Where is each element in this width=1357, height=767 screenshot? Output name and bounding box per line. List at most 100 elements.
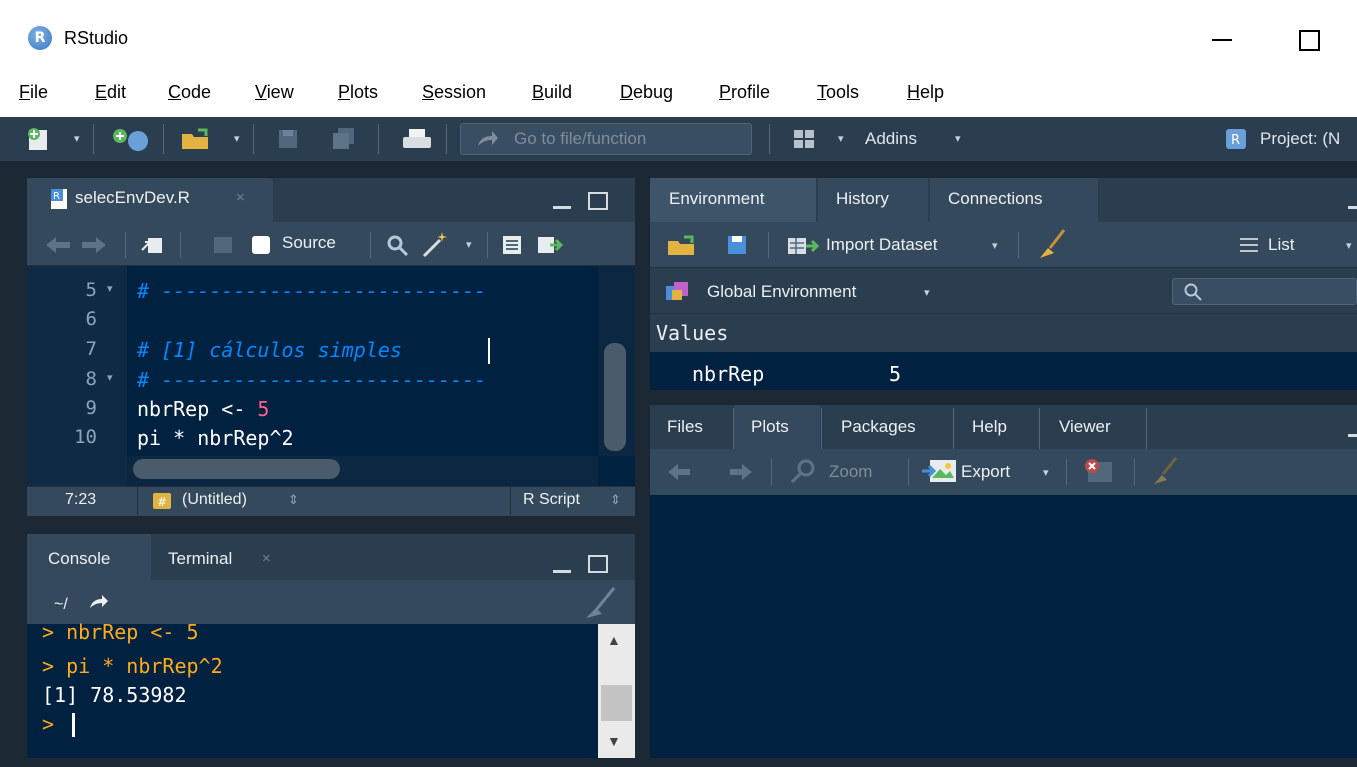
maximize-button[interactable] — [1283, 24, 1331, 54]
line-number: 9 — [85, 397, 97, 419]
console-line: > pi * nbrRep^2 — [42, 654, 223, 678]
remove-plot-icon[interactable] — [1082, 458, 1114, 484]
menu-code-key: C — [168, 82, 181, 102]
addins-dropdown-icon[interactable]: ▾ — [838, 132, 844, 145]
code-line-10: pi * nbrRep^2 — [137, 426, 294, 450]
values-section-label: Values — [656, 321, 729, 345]
menu-session-key: S — [422, 82, 435, 102]
compile-report-icon[interactable] — [500, 234, 524, 256]
editor-vertical-scroll-thumb[interactable] — [604, 343, 626, 451]
open-file-dropdown-icon[interactable]: ▾ — [234, 132, 240, 145]
environment-scope-selector[interactable]: Global Environment — [707, 282, 856, 302]
menu-tools-label: ools — [826, 82, 860, 102]
toolbar-separator — [1018, 232, 1019, 258]
go-to-directory-icon[interactable] — [88, 592, 110, 610]
zoom-button[interactable]: Zoom — [829, 462, 872, 482]
title-bar — [0, 0, 1357, 72]
menu-debug[interactable]: Debug — [620, 82, 673, 103]
editor-save-icon[interactable] — [212, 235, 234, 255]
new-file-dropdown-icon[interactable]: ▾ — [74, 132, 80, 145]
menu-help-key: H — [907, 82, 920, 102]
find-replace-icon[interactable] — [386, 234, 410, 256]
environment-scope-dropdown-icon[interactable]: ▾ — [924, 286, 930, 299]
addins-menu[interactable]: Addins — [865, 129, 917, 149]
tab-environment-label: Environment — [669, 189, 765, 208]
toolbar-separator — [93, 124, 94, 154]
zoom-icon[interactable] — [788, 458, 820, 484]
code-tools-dropdown-icon[interactable]: ▾ — [466, 238, 472, 251]
toolbar-separator — [768, 232, 769, 258]
export-dropdown-icon[interactable]: ▾ — [1043, 466, 1049, 479]
save-workspace-icon[interactable] — [726, 234, 748, 256]
import-dropdown-icon[interactable]: ▾ — [992, 239, 998, 252]
minimize-button[interactable] — [1198, 24, 1246, 54]
menu-edit[interactable]: Edit — [95, 82, 126, 103]
scope-navigator[interactable]: (Untitled) — [182, 491, 247, 509]
tab-connections-label: Connections — [948, 189, 1043, 208]
save-all-icon[interactable] — [330, 126, 358, 152]
status-separator — [137, 487, 138, 515]
new-file-icon[interactable] — [26, 126, 52, 152]
menu-plots[interactable]: Plots — [338, 82, 378, 103]
fold-arrow-icon[interactable]: ▾ — [107, 282, 113, 295]
editor-minimize-icon[interactable] — [553, 206, 571, 209]
menu-help[interactable]: Help — [907, 82, 944, 103]
files-minimize-icon[interactable] — [1348, 434, 1357, 437]
open-file-icon[interactable] — [180, 126, 214, 152]
terminal-tab[interactable]: Terminal — [168, 549, 232, 569]
tab-files[interactable]: Files — [667, 417, 703, 437]
editor-horizontal-scroll-thumb[interactable] — [133, 459, 340, 479]
menu-view[interactable]: View — [255, 82, 294, 103]
console-minimize-icon[interactable] — [553, 570, 571, 573]
console-scroll-thumb[interactable] — [601, 685, 632, 721]
load-workspace-icon[interactable] — [666, 233, 700, 257]
menu-build[interactable]: Build — [532, 82, 572, 103]
editor-maximize-icon[interactable] — [588, 192, 608, 210]
variable-value: 5 — [889, 362, 902, 386]
import-dataset-button[interactable]: Import Dataset — [826, 235, 938, 255]
file-type-selector[interactable]: R Script — [523, 491, 580, 509]
toolbar-separator — [771, 459, 772, 485]
tab-viewer[interactable]: Viewer — [1059, 417, 1111, 437]
console-maximize-icon[interactable] — [588, 555, 608, 573]
menu-profile[interactable]: Profile — [719, 82, 770, 103]
terminal-tab-close-icon[interactable]: × — [262, 550, 271, 567]
toolbar-separator — [378, 124, 379, 154]
back-forward-icon[interactable] — [44, 236, 108, 254]
next-plot-icon[interactable] — [728, 463, 754, 481]
menu-session[interactable]: Session — [422, 82, 486, 103]
editor-tab-close-icon[interactable]: × — [236, 189, 245, 206]
menu-file[interactable]: File — [19, 82, 48, 103]
show-in-window-icon[interactable] — [140, 234, 164, 256]
toolbar-separator — [1134, 459, 1135, 485]
project-menu[interactable]: Project: (N — [1260, 129, 1340, 149]
menu-file-label: ile — [30, 82, 49, 102]
code-tools-wand-icon[interactable] — [420, 230, 452, 258]
save-icon[interactable] — [276, 126, 300, 152]
tab-packages[interactable]: Packages — [841, 417, 916, 437]
menu-tools[interactable]: Tools — [817, 82, 859, 103]
new-project-icon[interactable] — [108, 126, 152, 152]
source-on-save-checkbox[interactable] — [250, 235, 274, 255]
menu-code[interactable]: Code — [168, 82, 211, 103]
previous-plot-icon[interactable] — [666, 463, 692, 481]
environment-minimize-icon[interactable] — [1348, 206, 1357, 209]
fold-arrow-icon[interactable]: ▾ — [107, 371, 113, 384]
tab-help[interactable]: Help — [972, 417, 1007, 437]
scroll-up-arrow-icon[interactable]: ▲ — [607, 632, 621, 648]
toolbar-separator — [180, 232, 181, 258]
clear-console-broom-icon[interactable] — [578, 586, 618, 620]
view-mode-selector[interactable]: List — [1268, 235, 1294, 255]
clear-workspace-broom-icon[interactable] — [1036, 228, 1068, 260]
export-button[interactable]: Export — [961, 462, 1010, 482]
clear-plots-broom-icon[interactable] — [1150, 456, 1180, 486]
svg-text:R: R — [1231, 133, 1240, 148]
tab-separator — [953, 408, 954, 449]
pane-layout-icon[interactable] — [792, 126, 816, 152]
window-title: RStudio — [64, 28, 129, 48]
view-mode-dropdown-icon[interactable]: ▾ — [1346, 239, 1352, 252]
toolbar-separator — [125, 232, 126, 258]
print-icon[interactable] — [400, 126, 434, 152]
run-lines-icon[interactable] — [536, 234, 564, 256]
scroll-down-arrow-icon[interactable]: ▼ — [607, 733, 621, 749]
